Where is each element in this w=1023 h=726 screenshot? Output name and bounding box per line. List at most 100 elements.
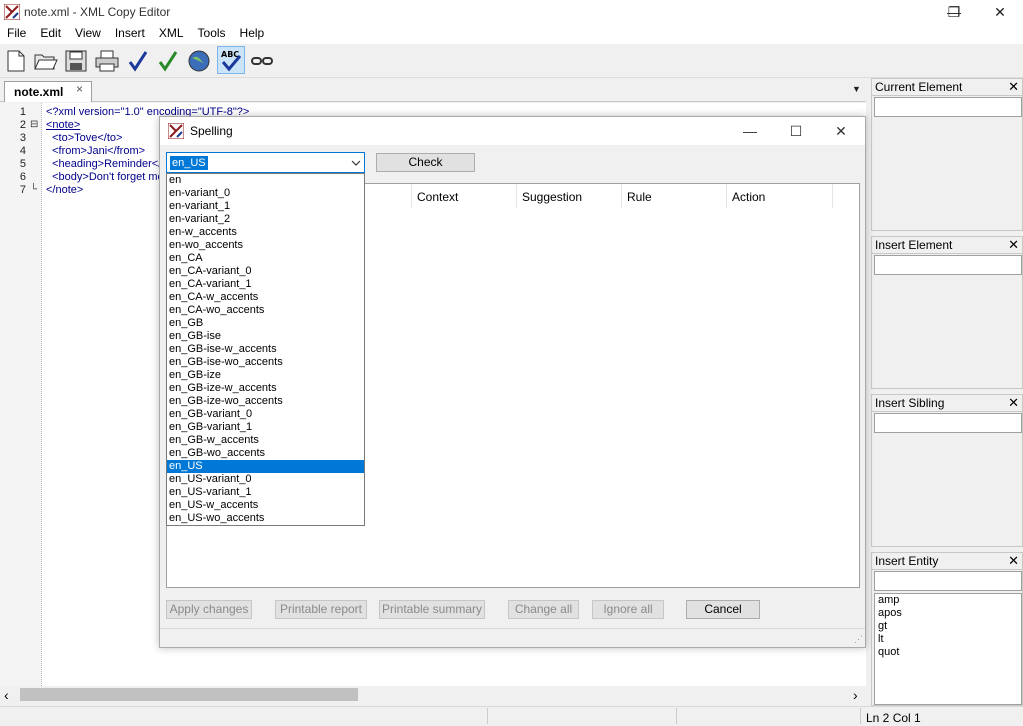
menu-view[interactable]: View [68, 24, 108, 44]
check-wellformed-icon[interactable] [124, 47, 152, 75]
menu-xml[interactable]: XML [152, 24, 191, 44]
entity-list: amp apos gt lt quot [874, 593, 1022, 705]
language-option[interactable]: en_US [167, 460, 364, 473]
column-header-rule[interactable]: Rule [622, 184, 727, 208]
status-divider [676, 708, 677, 724]
insert-entity-field[interactable] [874, 571, 1022, 591]
close-icon[interactable]: ✕ [1008, 395, 1019, 411]
new-icon[interactable] [2, 47, 30, 75]
language-option[interactable]: en-w_accents [167, 226, 364, 239]
save-icon[interactable] [62, 47, 90, 75]
language-option[interactable]: en_GB-w_accents [167, 434, 364, 447]
language-option[interactable]: en_GB [167, 317, 364, 330]
language-option[interactable]: en_CA-w_accents [167, 291, 364, 304]
column-header-context[interactable]: Context [412, 184, 517, 208]
app-logo-icon [3, 3, 21, 21]
language-dropdown-list: en en-variant_0 en-variant_1 en-variant_2 en… [166, 173, 365, 526]
language-option[interactable]: en_GB-ise-w_accents [167, 343, 364, 356]
scroll-right-icon[interactable]: › [853, 687, 858, 703]
insert-element-field[interactable] [874, 255, 1022, 275]
language-option[interactable]: en_US-variant_0 [167, 473, 364, 486]
language-option[interactable]: en_GB-ize-wo_accents [167, 395, 364, 408]
language-option[interactable]: en_GB-variant_0 [167, 408, 364, 421]
maximize-button[interactable]: ❐ [931, 0, 977, 24]
line-number: 1 [19, 106, 26, 118]
dialog-minimize-button[interactable]: — [735, 121, 765, 141]
dialog-close-button[interactable]: ✕ [826, 121, 856, 141]
list-item[interactable]: quot [875, 646, 1021, 659]
language-option[interactable]: en_US-w_accents [167, 499, 364, 512]
language-option[interactable]: en-variant_1 [167, 200, 364, 213]
language-option[interactable]: en_GB-ize [167, 369, 364, 382]
menu-edit[interactable]: Edit [33, 24, 68, 44]
tab-list-dropdown-icon[interactable]: ▼ [852, 84, 861, 94]
hide-tags-icon[interactable] [248, 47, 276, 75]
line-number: 4 [19, 145, 26, 157]
language-option[interactable]: en_US-wo_accents [167, 512, 364, 525]
language-option[interactable]: en_CA-variant_0 [167, 265, 364, 278]
line-number: 3 [19, 132, 26, 144]
language-option[interactable]: en_CA-wo_accents [167, 304, 364, 317]
change-all-button[interactable]: Change all [508, 600, 579, 619]
line-number: 5 [19, 158, 26, 170]
language-option[interactable]: en_CA-variant_1 [167, 278, 364, 291]
panel-title: Insert Sibling ✕ [872, 395, 1022, 412]
close-icon[interactable]: ✕ [1008, 79, 1019, 95]
window-title: note.xml - XML Copy Editor [24, 5, 171, 19]
language-option[interactable]: en_GB-wo_accents [167, 447, 364, 460]
language-option[interactable]: en_CA [167, 252, 364, 265]
browser-icon[interactable] [185, 47, 213, 75]
status-divider [860, 708, 861, 724]
close-icon[interactable]: ✕ [1008, 237, 1019, 253]
open-icon[interactable] [32, 47, 60, 75]
menu-help[interactable]: Help [233, 24, 272, 44]
language-option[interactable]: en-variant_2 [167, 213, 364, 226]
language-combobox[interactable]: en_US [166, 152, 365, 173]
resize-grip-icon[interactable]: ⋰ [854, 634, 863, 645]
insert-sibling-field[interactable] [874, 413, 1022, 433]
chevron-down-icon[interactable] [347, 153, 364, 172]
code-line: </note> [46, 184, 84, 196]
close-icon[interactable]: ✕ [1008, 553, 1019, 569]
column-header-action[interactable]: Action [727, 184, 833, 208]
list-item[interactable]: gt [875, 620, 1021, 633]
column-header-suggestion[interactable]: Suggestion [517, 184, 622, 208]
spelling-icon[interactable]: ABC [217, 46, 245, 74]
apply-changes-button[interactable]: Apply changes [166, 600, 252, 619]
svg-text:ABC: ABC [221, 50, 239, 59]
fold-toggle-icon[interactable]: ⊟ [30, 119, 38, 130]
list-item[interactable]: lt [875, 633, 1021, 646]
panel-title-label: Insert Sibling [875, 396, 945, 410]
list-item[interactable]: apos [875, 607, 1021, 620]
language-option[interactable]: en_GB-ise [167, 330, 364, 343]
list-item[interactable]: amp [875, 594, 1021, 607]
language-option[interactable]: en-variant_0 [167, 187, 364, 200]
fold-end-icon: └ [30, 184, 38, 195]
tab-close-icon[interactable]: × [76, 82, 83, 96]
language-option[interactable]: en_GB-ise-wo_accents [167, 356, 364, 369]
cancel-button[interactable]: Cancel [686, 600, 760, 619]
language-option[interactable]: en-wo_accents [167, 239, 364, 252]
language-option[interactable]: en [167, 174, 364, 187]
menu-insert[interactable]: Insert [108, 24, 152, 44]
printable-report-button[interactable]: Printable report [275, 600, 367, 619]
close-window-button[interactable]: ✕ [977, 0, 1023, 24]
validate-icon[interactable] [154, 47, 182, 75]
menu-file[interactable]: File [0, 24, 33, 44]
ignore-all-button[interactable]: Ignore all [592, 600, 664, 619]
scroll-left-icon[interactable]: ‹ [4, 687, 9, 703]
printable-summary-button[interactable]: Printable summary [379, 600, 485, 619]
menu-tools[interactable]: Tools [191, 24, 233, 44]
current-element-field[interactable] [874, 97, 1022, 117]
document-tab-bar: note.xml × ▼ [0, 78, 866, 102]
scrollbar-thumb[interactable] [20, 688, 358, 701]
check-button[interactable]: Check [376, 153, 475, 172]
dialog-maximize-button[interactable]: ☐ [781, 121, 811, 141]
dialog-status-bar [160, 628, 865, 647]
menu-bar: File Edit View Insert XML Tools Help [0, 24, 1023, 44]
code-line: <from>Jani</from> [46, 145, 146, 157]
language-option[interactable]: en_US-variant_1 [167, 486, 364, 499]
language-option[interactable]: en_GB-variant_1 [167, 421, 364, 434]
language-option[interactable]: en_GB-ize-w_accents [167, 382, 364, 395]
print-icon[interactable] [93, 47, 121, 75]
